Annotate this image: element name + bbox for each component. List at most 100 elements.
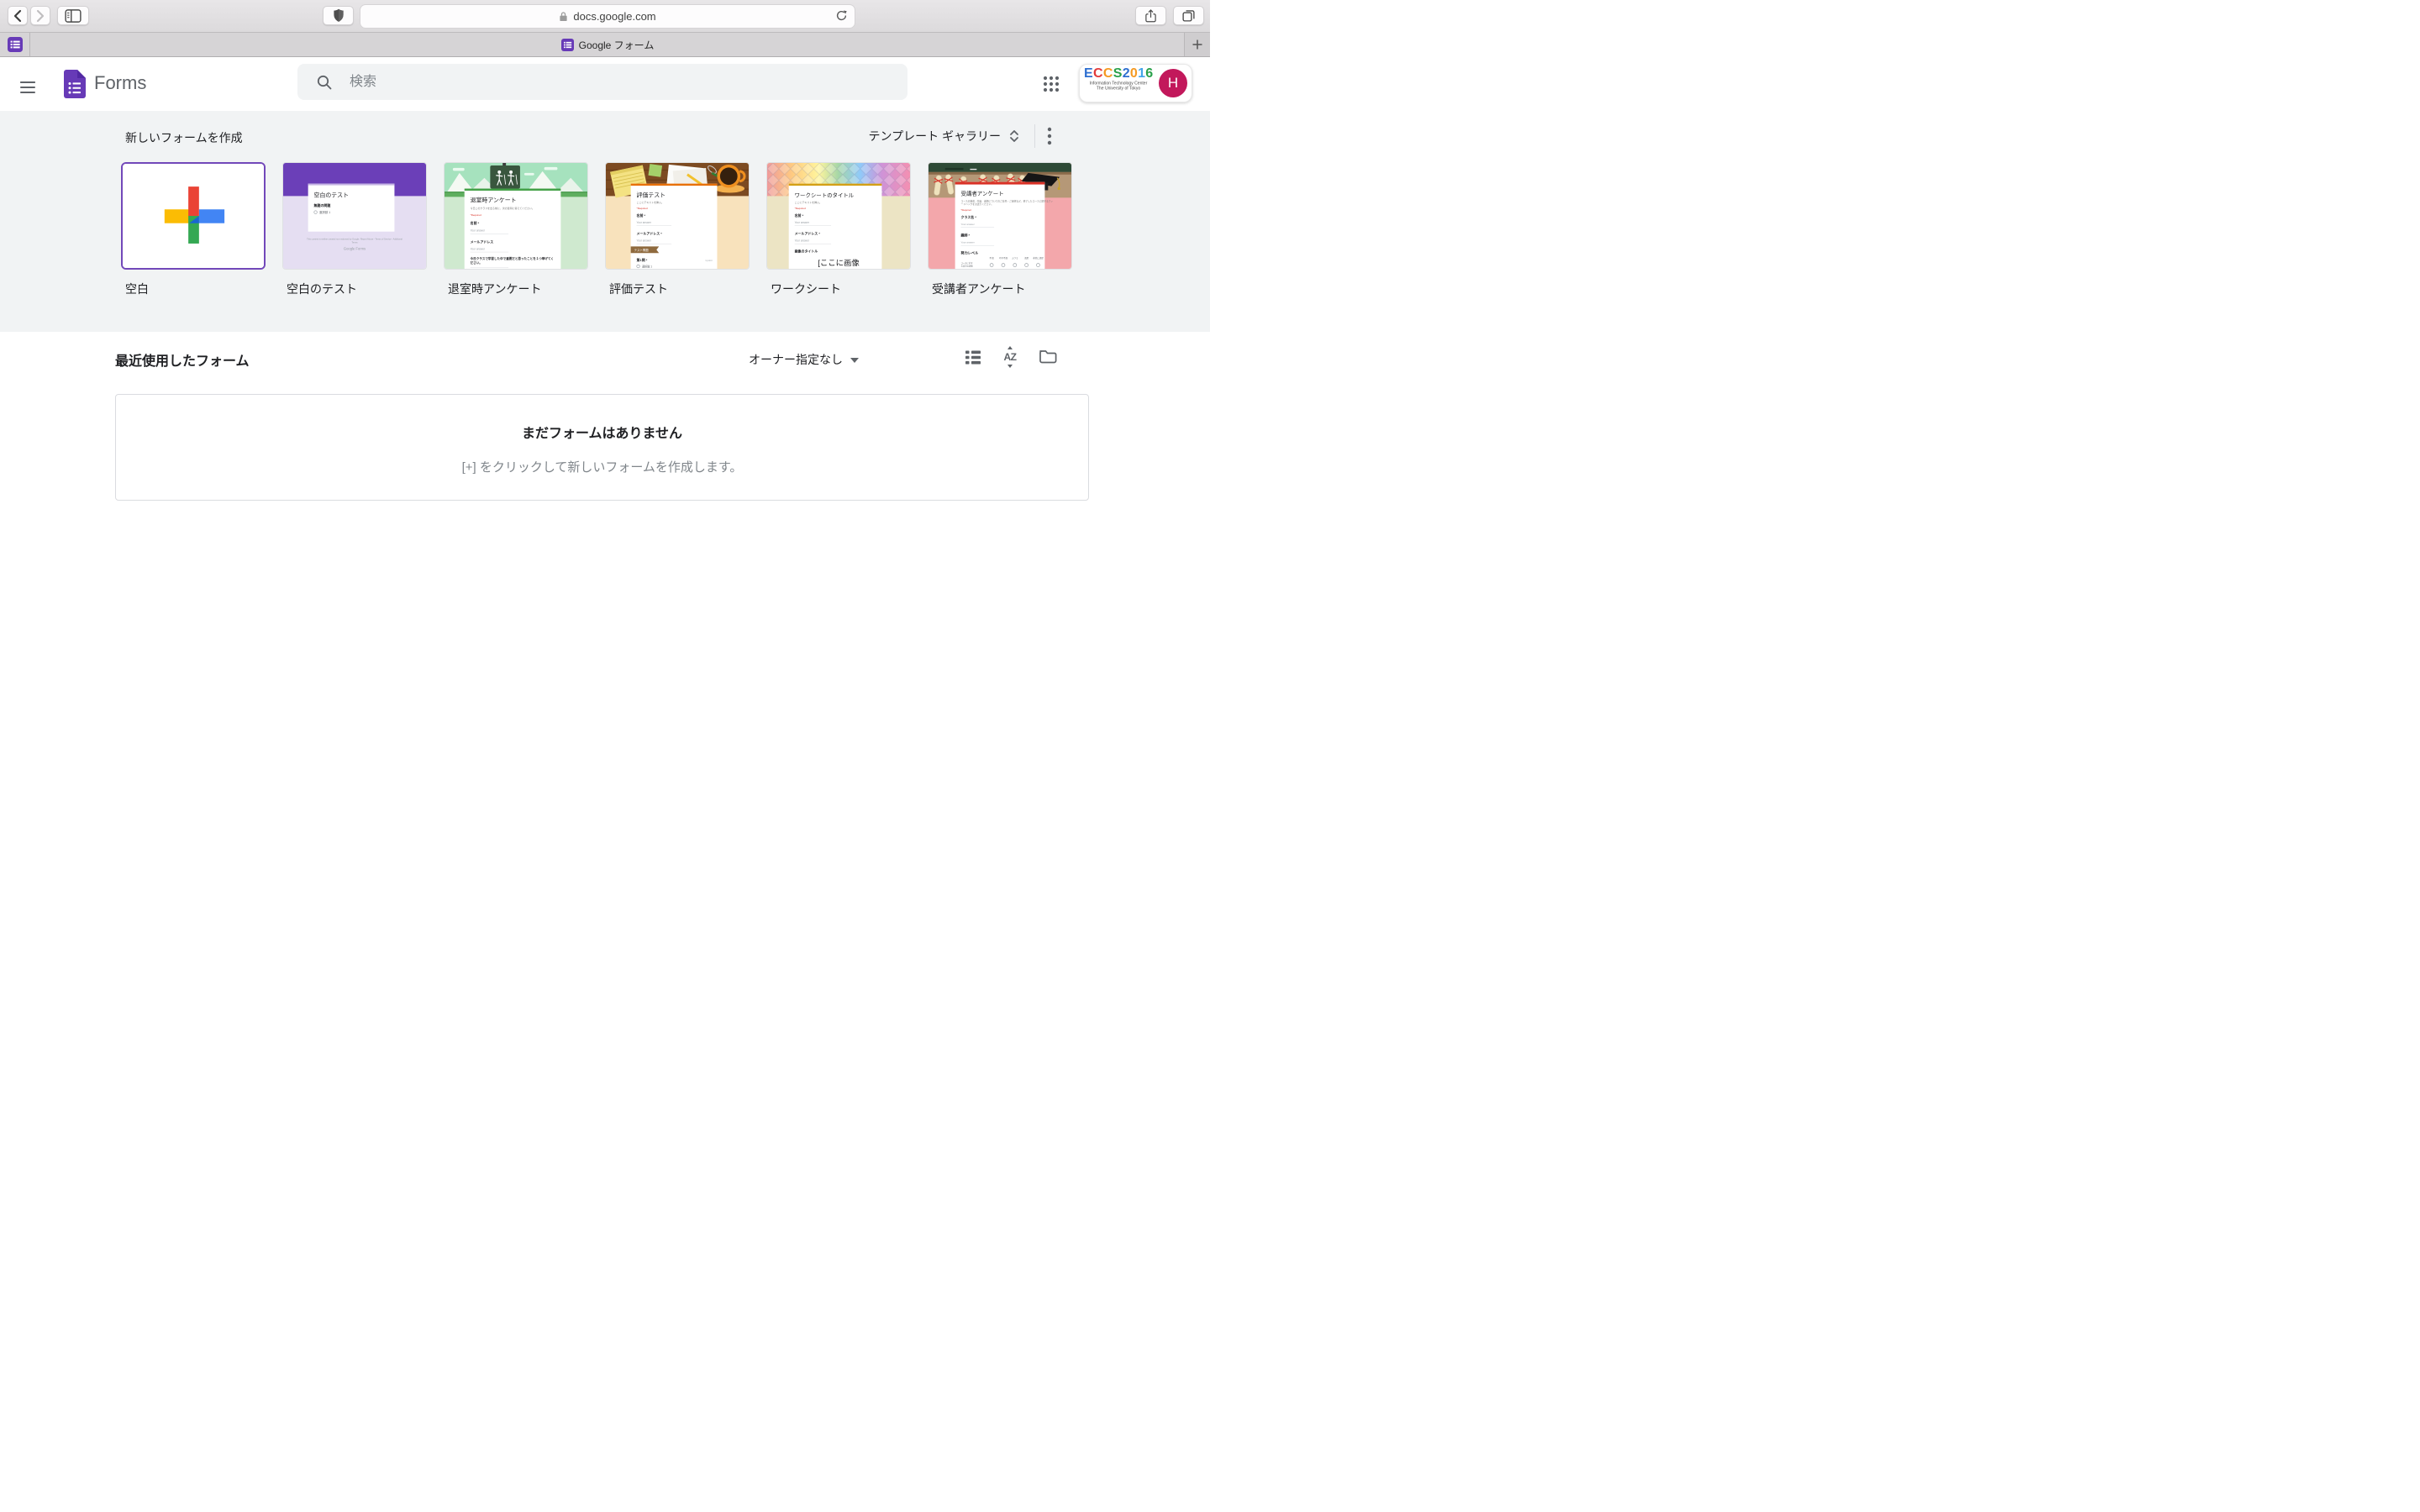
tabs-icon bbox=[1181, 8, 1196, 23]
lock-icon bbox=[559, 11, 568, 22]
svg-text:選択肢 1: 選択肢 1 bbox=[642, 265, 652, 269]
template-section-header: 新しいフォームを作成 テンプレート ギャラリー bbox=[0, 111, 1210, 162]
svg-text:不満: 不満 bbox=[990, 256, 995, 260]
svg-text:画像のタイトル: 画像のタイトル bbox=[795, 249, 818, 253]
hamburger-icon bbox=[20, 81, 35, 83]
template-card-assessment[interactable]: 評価テスト ここにテキストを挿入。 *Required 名前 * Your an… bbox=[605, 162, 750, 270]
search-input[interactable] bbox=[348, 74, 855, 91]
template-card-blank-quiz[interactable]: 空白のテスト 無題の問題 選択肢 1 This content is neith… bbox=[282, 162, 427, 270]
svg-text:受講者アンケート: 受講者アンケート bbox=[961, 189, 1004, 197]
back-button[interactable] bbox=[8, 6, 28, 25]
forms-logo-icon[interactable] bbox=[64, 70, 86, 102]
avatar[interactable]: H bbox=[1159, 69, 1187, 97]
svg-text:今日このクラスを出る前に、次の質問に答えてください。: 今日このクラスを出る前に、次の質問に答えてください。 bbox=[471, 206, 534, 210]
svg-text:メールアドレス *: メールアドレス * bbox=[795, 232, 821, 236]
privacy-report-button[interactable] bbox=[323, 6, 354, 25]
empty-state-subtitle: [+] をクリックして新しいフォームを作成します。 bbox=[116, 458, 1088, 475]
svg-text:名前 *: 名前 * bbox=[795, 213, 804, 218]
divider bbox=[1034, 124, 1035, 148]
share-button[interactable] bbox=[1135, 6, 1166, 25]
active-tab[interactable]: Google フォーム bbox=[30, 33, 1185, 56]
eccs-logo: ECCS2016 Information Technology Center T… bbox=[1084, 67, 1153, 100]
thumb-title: 空白のテスト bbox=[314, 191, 349, 198]
svg-text:ワークシートのタイトル: ワークシートのタイトル bbox=[795, 191, 855, 198]
svg-text:Your answer: Your answer bbox=[795, 239, 809, 243]
main-menu-button[interactable] bbox=[18, 77, 37, 91]
template-card-blank[interactable] bbox=[121, 162, 266, 270]
blank-quiz-thumbnail: 空白のテスト 無題の問題 選択肢 1 This content is neith… bbox=[283, 163, 426, 269]
new-tab-button[interactable] bbox=[1192, 39, 1203, 50]
shield-icon bbox=[333, 8, 345, 23]
search-bar[interactable] bbox=[297, 64, 908, 100]
open-file-picker-button[interactable] bbox=[1039, 349, 1057, 365]
forward-button[interactable] bbox=[30, 6, 50, 25]
template-label-exit-survey[interactable]: 退室時アンケート bbox=[444, 281, 588, 297]
forms-favicon bbox=[561, 39, 574, 51]
template-label-worksheet[interactable]: ワークシート bbox=[766, 281, 911, 297]
svg-text:努力レベル: 努力レベル bbox=[961, 249, 980, 255]
svg-text:選択肢 1: 選択肢 1 bbox=[319, 210, 330, 214]
address-bar[interactable]: docs.google.com bbox=[360, 4, 855, 29]
svg-text:第1問 *: 第1問 * bbox=[637, 258, 648, 262]
owner-filter-dropdown[interactable]: オーナー指定なし bbox=[749, 351, 859, 368]
template-gallery-button-label[interactable]: テンプレート ギャラリー bbox=[869, 128, 1001, 144]
svg-text:*Required: *Required bbox=[637, 207, 648, 210]
exit-survey-thumbnail: 退室時アンケート 今日このクラスを出る前に、次の質問に答えてください。 *Req… bbox=[445, 163, 587, 269]
svg-text:Your answer: Your answer bbox=[961, 240, 975, 244]
template-label-blank[interactable]: 空白 bbox=[121, 281, 266, 297]
sort-button[interactable]: AZ bbox=[1001, 347, 1019, 367]
svg-text:名前 *: 名前 * bbox=[471, 221, 480, 225]
template-card-course-survey[interactable]: 受講者アンケート コースの構成、内容、講師についてのご意見・ご感想など、修了した… bbox=[928, 162, 1072, 270]
svg-text:今日クラスで学習した中で重要だと思ったことを１つ挙げてく: 今日クラスで学習した中で重要だと思ったことを１つ挙げてく bbox=[470, 256, 554, 260]
svg-text:Your answer: Your answer bbox=[471, 229, 485, 233]
plus-icon bbox=[1192, 39, 1203, 50]
svg-text:ードバックをお送りください。: ードバックをお送りください。 bbox=[961, 202, 994, 206]
template-section-menu-button[interactable] bbox=[1047, 127, 1052, 145]
share-icon bbox=[1144, 8, 1157, 24]
tab-bar: Google フォーム bbox=[0, 33, 1210, 57]
svg-text:*Required: *Required bbox=[961, 208, 972, 212]
svg-text:やや不満: やや不満 bbox=[999, 256, 1008, 260]
svg-text:評価テスト: 評価テスト bbox=[637, 191, 666, 198]
chevron-right-icon bbox=[35, 9, 45, 23]
template-card-worksheet[interactable]: ワークシートのタイトル ここにテキストを挿入。 *Required 名前 * Y… bbox=[766, 162, 911, 270]
svg-text:[ここに画像: [ここに画像 bbox=[818, 258, 860, 267]
account-chip[interactable]: ECCS2016 Information Technology Center T… bbox=[1079, 64, 1192, 102]
svg-text:Your answer: Your answer bbox=[637, 221, 651, 224]
svg-text:Your answer: Your answer bbox=[961, 223, 975, 226]
sidebar-toggle-button[interactable] bbox=[57, 6, 89, 25]
template-label-course-survey[interactable]: 受講者アンケート bbox=[928, 281, 1072, 297]
recent-forms-title: 最近使用したフォーム bbox=[115, 349, 250, 370]
svg-text:*Required: *Required bbox=[471, 213, 481, 217]
app-title[interactable]: Forms bbox=[94, 72, 146, 94]
svg-text:ふつう: ふつう bbox=[1012, 256, 1018, 260]
template-label-assessment[interactable]: 評価テスト bbox=[605, 281, 750, 297]
list-view-icon bbox=[965, 349, 981, 365]
kebab-menu-icon bbox=[1047, 127, 1052, 145]
svg-text:Your answer: Your answer bbox=[637, 239, 651, 243]
empty-state-panel: まだフォームはありません [+] をクリックして新しいフォームを作成します。 bbox=[115, 394, 1089, 501]
svg-text:満足: 満足 bbox=[1024, 256, 1029, 260]
svg-text:クラス名 *: クラス名 * bbox=[961, 215, 977, 219]
tab-overview-button[interactable] bbox=[1173, 6, 1204, 25]
list-view-button[interactable] bbox=[965, 349, 981, 365]
template-gallery-expand-button[interactable] bbox=[1006, 128, 1023, 144]
svg-text:非常に満足: 非常に満足 bbox=[1033, 256, 1044, 260]
unfold-more-icon bbox=[1006, 128, 1023, 144]
svg-text:Terms: Terms bbox=[352, 240, 359, 244]
svg-text:ここにテキストを挿入。: ここにテキストを挿入。 bbox=[795, 200, 822, 204]
svg-text:Your answer: Your answer bbox=[471, 247, 485, 250]
svg-text:Your answer: Your answer bbox=[795, 221, 809, 224]
pinned-tab-forms[interactable] bbox=[0, 33, 30, 56]
template-card-exit-survey[interactable]: 退室時アンケート 今日このクラスを出る前に、次の質問に答えてください。 *Req… bbox=[444, 162, 588, 270]
svg-text:メールアドレス: メールアドレス bbox=[471, 239, 494, 244]
chevron-left-icon bbox=[13, 9, 23, 23]
template-label-blank-quiz[interactable]: 空白のテスト bbox=[282, 281, 427, 297]
svg-text:Google Forms: Google Forms bbox=[344, 246, 366, 250]
reload-button[interactable] bbox=[835, 9, 848, 22]
google-apps-button[interactable] bbox=[1042, 75, 1060, 93]
reload-icon bbox=[835, 9, 848, 22]
az-sort-icon: AZ bbox=[1001, 347, 1019, 367]
recent-forms-section: 最近使用したフォーム オーナー指定なし bbox=[0, 347, 1210, 501]
browser-toolbar: docs.google.com bbox=[0, 0, 1210, 33]
